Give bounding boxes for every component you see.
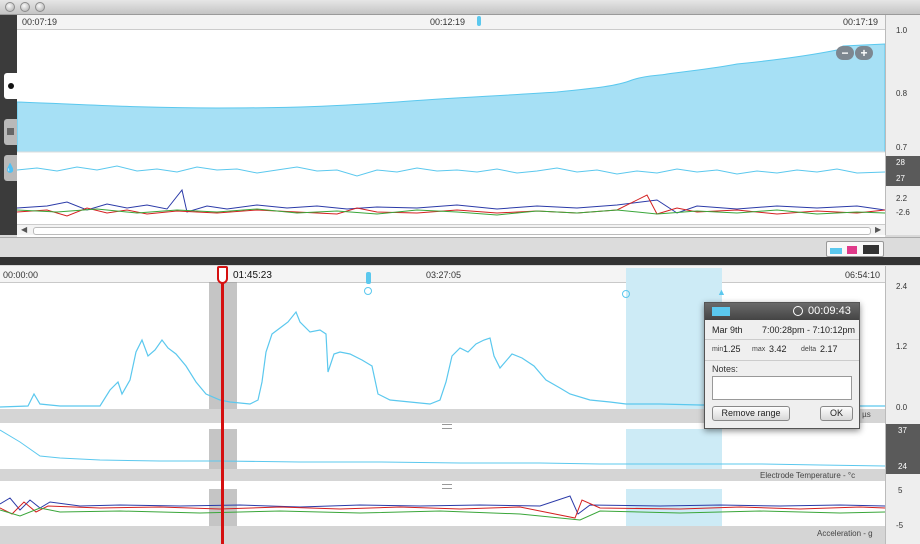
main-temperature-line bbox=[0, 429, 885, 467]
overview-accel-x-line bbox=[17, 188, 885, 214]
overview-scrollbar[interactable]: ◀ ▶ bbox=[17, 224, 885, 235]
axis-label: 2.4 bbox=[896, 282, 908, 291]
axis-label: 37 bbox=[898, 426, 907, 435]
max-label: max bbox=[752, 346, 766, 353]
ok-button[interactable]: OK bbox=[820, 406, 853, 421]
remove-range-button[interactable]: Remove range bbox=[712, 406, 790, 421]
panel-divider[interactable] bbox=[0, 257, 920, 265]
temperature-axis: 37 24 bbox=[886, 424, 920, 474]
toolbar-strip bbox=[0, 237, 920, 258]
close-window-button[interactable] bbox=[5, 2, 15, 12]
stopwatch-icon bbox=[793, 306, 803, 316]
overview-temperature-line bbox=[17, 165, 885, 177]
main-axis: 2.4 1.2 0.0 37 24 5 -5 bbox=[885, 266, 920, 544]
window-titlebar bbox=[0, 0, 920, 15]
cursor-time: 01:45:23 bbox=[233, 270, 272, 281]
axis-label: 2.2 bbox=[896, 194, 908, 203]
zoom-window-button[interactable] bbox=[35, 2, 45, 12]
scroll-left-icon[interactable]: ◀ bbox=[21, 225, 27, 234]
timeline-mid-time: 03:27:05 bbox=[426, 270, 462, 280]
range-popup: 00:09:43 Mar 9th 7:00:28pm - 7:10:12pm m… bbox=[704, 302, 860, 429]
acceleration-channel-label: Acceleration - g bbox=[817, 529, 873, 538]
axis-label: 24 bbox=[898, 462, 907, 471]
activity-channel-tab[interactable] bbox=[4, 119, 17, 145]
timeline-end-time: 06:54:10 bbox=[845, 270, 881, 280]
overview-chart[interactable] bbox=[17, 30, 885, 230]
axis-label: 0.7 bbox=[896, 143, 908, 152]
heart-toggle-icon[interactable] bbox=[847, 246, 857, 254]
delta-value: 2.17 bbox=[820, 344, 838, 354]
min-value: 1.25 bbox=[723, 344, 741, 354]
drop-icon: 💧 bbox=[4, 163, 17, 173]
temperature-label-band bbox=[0, 469, 885, 481]
channel-toggle[interactable] bbox=[826, 241, 884, 257]
axis-label: 28 bbox=[896, 158, 905, 167]
overview-start-time: 00:07:19 bbox=[22, 17, 58, 27]
playhead-handle[interactable] bbox=[217, 266, 228, 284]
notes-field[interactable] bbox=[712, 376, 852, 400]
axis-label: -2.6 bbox=[896, 208, 910, 217]
temperature-axis: 28 27 bbox=[886, 156, 920, 186]
acceleration-label-band bbox=[0, 526, 885, 544]
main-accel-y-line bbox=[0, 499, 885, 519]
main-accel-z-line bbox=[0, 507, 885, 521]
marker-icon[interactable] bbox=[477, 16, 481, 26]
overview-end-time: 00:17:19 bbox=[843, 17, 879, 27]
range-color-swatch[interactable] bbox=[712, 307, 730, 316]
range-time-span: 7:00:28pm - 7:10:12pm bbox=[762, 325, 856, 335]
temperature-channel-tab[interactable]: 💧 bbox=[4, 155, 17, 181]
timeline-start-time: 00:00:00 bbox=[3, 270, 39, 280]
activity-toggle-icon[interactable] bbox=[863, 245, 879, 254]
minimize-window-button[interactable] bbox=[20, 2, 30, 12]
scrollbar-thumb[interactable] bbox=[33, 227, 871, 235]
axis-label: 0.8 bbox=[896, 89, 908, 98]
range-duration: 00:09:43 bbox=[808, 305, 851, 317]
axis-label: 0.0 bbox=[896, 403, 908, 412]
square-icon bbox=[7, 128, 14, 135]
min-label: min bbox=[712, 346, 724, 353]
resize-handle-icon[interactable] bbox=[442, 424, 452, 429]
overview-eda-area bbox=[17, 43, 885, 153]
zoom-in-button[interactable]: + bbox=[855, 46, 873, 60]
overview-axis: 1.0 0.8 0.7 28 27 2.2 -2.6 bbox=[885, 15, 920, 235]
dot-icon bbox=[7, 83, 14, 89]
max-value: 3.42 bbox=[769, 344, 787, 354]
playhead-line[interactable] bbox=[221, 268, 224, 544]
axis-label: 1.2 bbox=[896, 342, 908, 351]
popup-header: 00:09:43 bbox=[705, 303, 859, 320]
overview-sidebar: 💧 bbox=[0, 15, 17, 235]
notes-label: Notes: bbox=[712, 364, 739, 374]
zoom-out-button[interactable]: − bbox=[836, 46, 854, 60]
delta-label: delta bbox=[801, 346, 817, 353]
eda-channel-tab[interactable] bbox=[4, 73, 17, 99]
range-date: Mar 9th bbox=[712, 325, 743, 335]
scroll-right-icon[interactable]: ▶ bbox=[875, 225, 881, 234]
eda-toggle-icon[interactable] bbox=[830, 248, 842, 254]
temperature-channel-label: Electrode Temperature - °c bbox=[760, 471, 856, 480]
axis-label: 27 bbox=[896, 174, 905, 183]
overview-ruler: 00:07:19 00:12:19 00:17:19 bbox=[17, 15, 885, 30]
overview-mid-time: 00:12:19 bbox=[430, 17, 466, 27]
axis-label: 1.0 bbox=[896, 26, 908, 35]
axis-label: -5 bbox=[896, 521, 904, 530]
resize-handle-icon[interactable] bbox=[442, 484, 452, 489]
axis-label: 5 bbox=[898, 486, 903, 495]
timeline-ruler: 00:00:00 01:45:23 03:27:05 06:54:10 bbox=[0, 266, 885, 283]
